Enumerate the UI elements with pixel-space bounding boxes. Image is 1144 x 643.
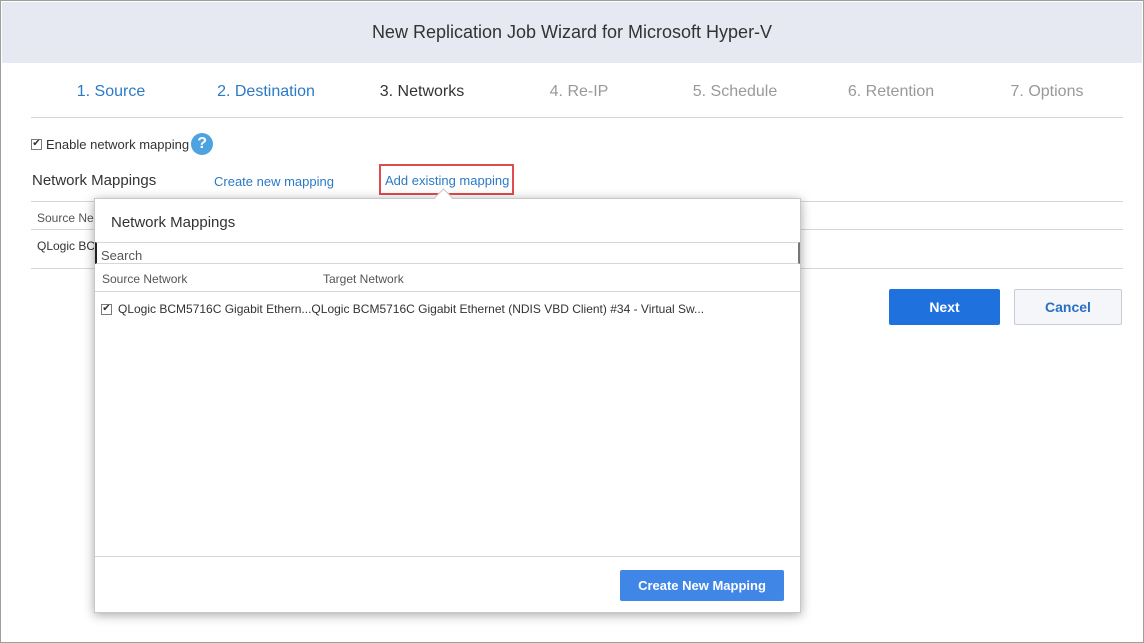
enable-mapping-checkbox[interactable]: ✔: [31, 138, 42, 150]
popup-title: Network Mappings: [111, 214, 236, 231]
source-network-column-header: Source Network: [102, 272, 188, 286]
step-schedule: 5. Schedule: [692, 83, 778, 100]
create-new-mapping-link[interactable]: Create new mapping: [214, 174, 334, 189]
step-retention: 6. Retention: [847, 83, 935, 100]
step-destination[interactable]: 2. Destination: [217, 83, 315, 101]
cancel-button[interactable]: Cancel: [1014, 289, 1122, 325]
step-options: 7. Options: [1010, 83, 1084, 100]
header-divider: [95, 291, 800, 292]
step-re-ip: 4. Re-IP: [549, 83, 609, 100]
next-button[interactable]: Next: [889, 289, 1000, 325]
add-existing-mapping-link[interactable]: Add existing mapping: [385, 173, 509, 188]
search-input[interactable]: [95, 242, 800, 264]
network-mappings-title: Network Mappings: [32, 172, 157, 189]
create-new-mapping-button[interactable]: Create New Mapping: [620, 570, 784, 601]
wizard-window: New Replication Job Wizard for Microsoft…: [0, 0, 1144, 643]
step-networks[interactable]: 3. Networks: [380, 83, 464, 101]
row-checkbox[interactable]: ✔: [101, 303, 112, 315]
popup-footer-divider: [95, 556, 800, 557]
enable-mapping-label: Enable network mapping: [46, 136, 190, 152]
bg-source-network-header: Source Ne: [37, 211, 94, 225]
network-mappings-popup: Network Mappings Source Network Target N…: [94, 198, 801, 613]
mapping-text: QLogic BCM5716C Gigabit Ethern...QLogic …: [118, 302, 705, 316]
target-network-column-header: Target Network: [323, 272, 404, 286]
wizard-steps: 1. Source 2. Destination 3. Networks 4. …: [31, 63, 1123, 118]
list-item[interactable]: ✔ QLogic BCM5716C Gigabit Ethern...QLogi…: [101, 302, 704, 316]
step-source[interactable]: 1. Source: [77, 83, 145, 101]
bg-source-network-cell: QLogic BC: [37, 239, 96, 253]
window-title: New Replication Job Wizard for Microsoft…: [2, 2, 1142, 63]
enable-network-mapping[interactable]: ✔ Enable network mapping ?: [31, 133, 214, 155]
question-icon[interactable]: ?: [191, 133, 214, 155]
